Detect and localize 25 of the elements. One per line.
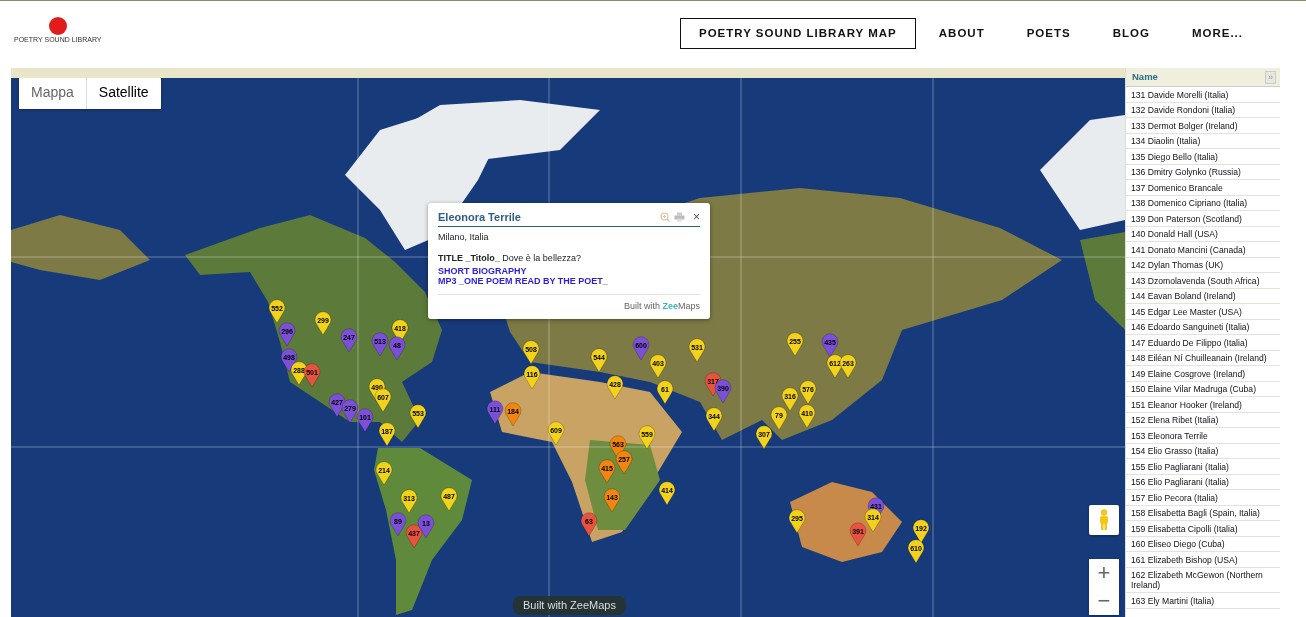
popup-footer-text: Built with (623, 300, 660, 311)
map-type-button[interactable]: Mappa (19, 78, 86, 109)
zoom-in-button[interactable]: + (1089, 559, 1119, 587)
popup-description: TITLE _Titolo_ Dove è la bellezza? (438, 252, 582, 265)
pegman-button[interactable] (1089, 505, 1119, 535)
zoom-icon[interactable] (660, 212, 670, 223)
popup-link[interactable]: MP3 _ONE POEM READ BY THE POET_ (438, 275, 700, 287)
nav-link[interactable]: BLOG (1093, 17, 1169, 50)
map-type-button[interactable]: Satellite (85, 78, 161, 109)
print-icon[interactable] (674, 212, 685, 223)
nav-link[interactable]: POETRY SOUND LIBRARY MAP (680, 17, 916, 50)
logo-icon[interactable] (48, 17, 67, 36)
popup-title: Eleonora Terrile (438, 210, 522, 225)
close-button[interactable]: × (693, 211, 700, 224)
nav-link[interactable]: ABOUT (919, 17, 1004, 50)
person-icon (1098, 509, 1110, 531)
zoom-out-button[interactable]: − (1089, 587, 1119, 615)
popup-location: Milano, Italia (438, 230, 490, 244)
column-header: Name (1132, 69, 1158, 84)
nav-link[interactable]: POETS (1007, 17, 1090, 50)
satellite-map[interactable] (11, 68, 1125, 617)
nav-link[interactable]: MORE... (1172, 17, 1262, 50)
popup-link[interactable]: SHORT BIOGRAPHY (438, 265, 700, 276)
map-credit: Built with ZeeMaps (513, 596, 626, 615)
zeemaps-brand[interactable]: ZeeMaps (662, 300, 700, 311)
